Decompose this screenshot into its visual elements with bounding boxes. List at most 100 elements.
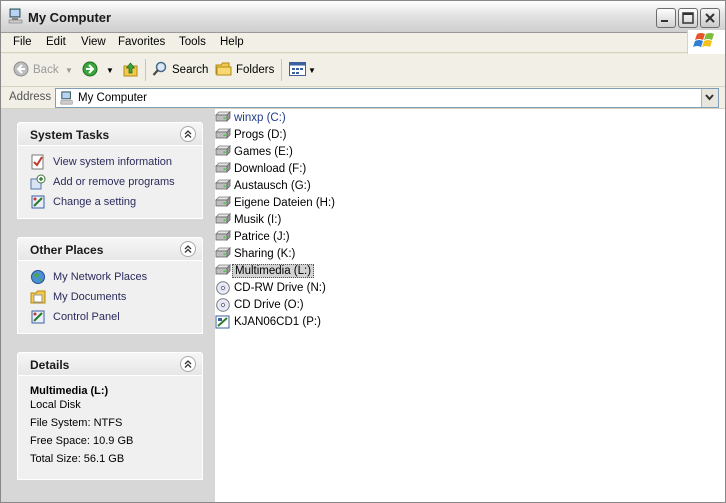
place-my-network-places[interactable]: My Network Places	[18, 267, 202, 287]
network-places-icon	[30, 269, 48, 285]
details-total-size: Total Size: 56.1 GB	[30, 453, 125, 465]
up-folder-icon	[122, 60, 140, 81]
drive-item[interactable]: Musik (I:)	[215, 212, 283, 228]
hard-drive-icon	[215, 111, 232, 125]
folders-button[interactable]: Folders	[215, 54, 274, 86]
hard-drive-icon	[215, 264, 232, 278]
system-tasks-body: View system information Add or remove pr…	[17, 146, 203, 219]
drive-label: CD-RW Drive (N:)	[234, 282, 326, 294]
drive-item[interactable]: Patrice (J:)	[215, 229, 292, 245]
drive-item[interactable]: Austausch (G:)	[215, 178, 313, 194]
system-tasks-panel: System Tasks View system information Add	[17, 122, 203, 219]
task-view-system-info[interactable]: View system information	[18, 152, 202, 172]
address-field[interactable]: My Computer	[55, 88, 719, 108]
search-button[interactable]: Search	[152, 54, 208, 86]
drive-label: Musik (I:)	[234, 214, 282, 226]
toolbar: Back ▼ ▼ Search Folders ▼	[1, 54, 725, 87]
up-folder-button[interactable]	[122, 54, 140, 86]
add-remove-programs-icon	[30, 174, 48, 190]
minimize-button[interactable]	[656, 8, 676, 28]
back-arrow-icon	[13, 61, 29, 80]
cd-drive-icon	[215, 281, 232, 295]
details-type: Local Disk	[30, 399, 81, 411]
views-icon	[289, 61, 307, 79]
other-places-header[interactable]: Other Places	[17, 237, 203, 261]
collapse-icon[interactable]	[180, 126, 196, 142]
details-body: Multimedia (L:) Local Disk File System: …	[17, 376, 203, 480]
drive-label: Sharing (K:)	[234, 248, 296, 260]
forward-button[interactable]	[82, 54, 98, 86]
drive-item[interactable]: Multimedia (L:)	[215, 263, 315, 279]
task-add-remove-programs[interactable]: Add or remove programs	[18, 172, 202, 192]
control-panel-icon	[30, 309, 48, 325]
collapse-icon[interactable]	[180, 241, 196, 257]
drive-label: Progs (D:)	[234, 129, 287, 141]
toolbar-separator	[281, 59, 282, 81]
place-my-documents[interactable]: My Documents	[18, 287, 202, 307]
chevron-down-icon: ▼	[106, 65, 114, 75]
details-filesystem: File System: NTFS	[30, 417, 123, 429]
drive-label: Download (F:)	[234, 163, 307, 175]
title-bar[interactable]: My Computer	[1, 1, 725, 33]
drive-label: winxp (C:)	[234, 112, 286, 124]
views-button[interactable]: ▼	[289, 54, 316, 86]
search-label: Search	[172, 64, 209, 76]
menu-help[interactable]: Help	[220, 36, 244, 48]
details-name: Multimedia (L:)	[30, 385, 109, 397]
menu-edit[interactable]: Edit	[46, 36, 66, 48]
system-tasks-header[interactable]: System Tasks	[17, 122, 203, 146]
address-dropdown-button[interactable]	[701, 89, 718, 107]
place-label: Control Panel	[53, 311, 120, 323]
chevron-down-icon: ▼	[65, 65, 73, 75]
my-computer-icon	[8, 8, 24, 24]
maximize-button[interactable]	[678, 8, 698, 28]
place-label: My Documents	[53, 291, 127, 303]
menu-file[interactable]: File	[13, 36, 32, 48]
collapse-icon[interactable]	[180, 356, 196, 372]
panel-title: System Tasks	[30, 128, 110, 142]
menu-view[interactable]: View	[81, 36, 106, 48]
forward-dropdown[interactable]: ▼	[106, 54, 114, 86]
toolbar-separator	[145, 59, 146, 81]
cd-drive-icon	[215, 298, 232, 312]
place-control-panel[interactable]: Control Panel	[18, 307, 202, 327]
place-label: My Network Places	[53, 271, 148, 283]
close-button[interactable]	[700, 8, 720, 28]
drive-item[interactable]: winxp (C:)	[215, 110, 288, 126]
hard-drive-icon	[215, 247, 232, 261]
drive-label: Games (E:)	[234, 146, 293, 158]
drive-item[interactable]: Progs (D:)	[215, 127, 288, 143]
drive-item[interactable]: KJAN06CD1 (P:)	[215, 314, 323, 330]
search-icon	[152, 61, 168, 80]
menu-bar: File Edit View Favorites Tools Help	[1, 33, 725, 53]
hard-drive-icon	[215, 145, 232, 159]
forward-arrow-icon	[82, 61, 98, 80]
drive-item[interactable]: CD-RW Drive (N:)	[215, 280, 328, 296]
hard-drive-icon	[215, 196, 232, 210]
back-dropdown[interactable]: ▼	[65, 54, 73, 86]
menu-favorites[interactable]: Favorites	[118, 36, 165, 48]
window-title: My Computer	[28, 10, 112, 25]
other-places-body: My Network Places My Documents Control P…	[17, 261, 203, 334]
drive-label: Patrice (J:)	[234, 231, 290, 243]
details-header[interactable]: Details	[17, 352, 203, 376]
drive-label: KJAN06CD1 (P:)	[234, 316, 321, 328]
details-free-space: Free Space: 10.9 GB	[30, 435, 134, 447]
address-bar: Address My Computer	[1, 87, 725, 109]
task-change-setting[interactable]: Change a setting	[18, 192, 202, 212]
folder-icon	[215, 62, 232, 79]
menu-tools[interactable]: Tools	[179, 36, 206, 48]
drive-item[interactable]: Download (F:)	[215, 161, 308, 177]
drive-item[interactable]: CD Drive (O:)	[215, 297, 306, 313]
task-label: Add or remove programs	[53, 176, 175, 188]
drive-item[interactable]: Sharing (K:)	[215, 246, 297, 262]
hard-drive-icon	[215, 179, 232, 193]
folders-label: Folders	[236, 64, 275, 76]
hard-drive-icon	[215, 230, 232, 244]
drive-item[interactable]: Games (E:)	[215, 144, 295, 160]
chevron-down-icon	[705, 94, 714, 101]
network-drive-icon	[215, 315, 232, 329]
drive-item[interactable]: Eigene Dateien (H:)	[215, 195, 337, 211]
back-button[interactable]: Back	[13, 54, 59, 86]
drive-list: winxp (C:) Progs (D:) Games (E:) Download (…	[215, 109, 725, 502]
